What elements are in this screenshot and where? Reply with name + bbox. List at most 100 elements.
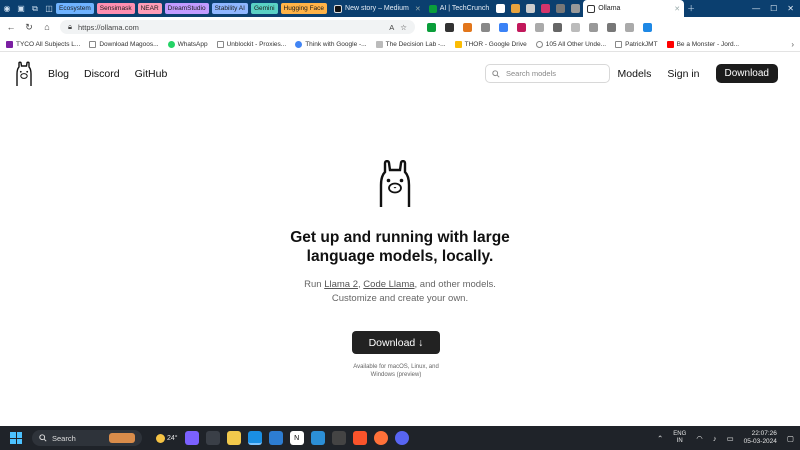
bookmark-tyco[interactable]: TYCO All Subjects L...	[6, 40, 80, 48]
header-download-button[interactable]: Download	[715, 64, 778, 83]
bookmark-thor-drive[interactable]: THOR - Google Drive	[454, 40, 527, 48]
bookmark-think-with-google[interactable]: Think with Google -...	[295, 40, 367, 48]
collections-icon[interactable]	[589, 22, 598, 32]
code-llama-link[interactable]: Code Llama	[363, 279, 414, 290]
tab-group-stability-ai[interactable]: Stability AI	[211, 3, 248, 14]
close-tab-icon[interactable]: ✕	[674, 5, 680, 13]
system-tray: ⌃ ENG IN ◠ ♪ ▭ 22:07:26 05-03-2024 ▢	[657, 430, 794, 446]
split-screen-icon[interactable]	[553, 22, 562, 32]
search-models-input[interactable]: Search models	[485, 64, 610, 83]
temperature-label: 24°	[167, 434, 178, 442]
profile-icon[interactable]: ◉	[0, 0, 14, 17]
ollama-logo-icon[interactable]	[14, 61, 34, 87]
clock[interactable]: 22:07:26 05-03-2024	[744, 430, 777, 446]
clock-date: 05-03-2024	[743, 438, 777, 445]
downloads-icon[interactable]	[607, 22, 616, 32]
tab-ollama[interactable]: Ollama ✕	[583, 0, 685, 17]
nav-blog-link[interactable]: Blog	[48, 68, 69, 80]
pinned-tab-icon[interactable]	[571, 4, 581, 13]
edge-icon[interactable]	[247, 431, 262, 445]
home-icon[interactable]: ⌂	[42, 22, 52, 32]
address-bar[interactable]: 🔒︎ https://ollama.com A ☆	[60, 20, 415, 34]
tab-group-sensimask[interactable]: Sensimask	[96, 3, 135, 14]
start-windows-icon[interactable]	[10, 432, 22, 444]
read-aloud-icon[interactable]: A	[389, 23, 394, 32]
workspaces-icon[interactable]: ▣	[14, 0, 28, 17]
maximize-icon[interactable]: ☐	[770, 4, 777, 13]
bookmark-unblockit[interactable]: Unblockit - Proxies...	[216, 40, 286, 48]
tab-group-gemini[interactable]: Gemini	[250, 3, 278, 14]
terminal-icon[interactable]	[331, 431, 346, 445]
nav-github-link[interactable]: GitHub	[135, 68, 168, 80]
brave-icon[interactable]	[352, 431, 367, 445]
tab-group-near[interactable]: NEAR	[137, 3, 162, 14]
tab-techcrunch[interactable]: AI | TechCrunch	[425, 0, 494, 17]
nav-discord-link[interactable]: Discord	[84, 68, 120, 80]
extension-icon[interactable]	[517, 22, 526, 32]
volume-icon[interactable]: ♪	[713, 434, 717, 443]
close-window-icon[interactable]: ✕	[787, 4, 794, 13]
metamask-icon[interactable]	[463, 22, 472, 32]
weather-widget[interactable]: 24°	[156, 433, 178, 443]
sign-in-link[interactable]: Sign in	[667, 68, 699, 80]
store-icon[interactable]	[268, 431, 283, 445]
pinned-tab-icon[interactable]	[511, 4, 521, 13]
bookmark-be-a-monster[interactable]: Be a Monster - Jord...	[666, 40, 739, 48]
new-tab-icon[interactable]: ＋	[684, 0, 698, 17]
show-hidden-icons-icon[interactable]: ⌃	[657, 434, 663, 443]
window-controls: — ☐ ✕	[752, 4, 800, 13]
taskbar-apps: 24° N	[156, 431, 409, 445]
discord-icon[interactable]	[394, 431, 409, 445]
extension-icon[interactable]	[445, 22, 454, 32]
youtube-icon	[666, 40, 674, 48]
tab-group-hugging-face[interactable]: Hugging Face	[280, 3, 328, 14]
hero-download-button[interactable]: Download ↓	[352, 331, 440, 354]
battery-icon[interactable]: ▭	[727, 434, 734, 443]
extension-icon[interactable]	[481, 22, 490, 32]
task-view-icon[interactable]	[205, 431, 220, 445]
tab-group-ecosystem[interactable]: Ecosystem	[56, 3, 94, 14]
language-indicator[interactable]: ENG IN	[673, 431, 686, 445]
teams-icon[interactable]	[184, 431, 199, 445]
tab-group-dreamstudio[interactable]: DreamStudio	[164, 3, 209, 14]
copilot-icon[interactable]	[643, 22, 652, 32]
hero-title-line: language models, locally.	[306, 248, 494, 265]
bookmark-magoosh[interactable]: Download Magoos...	[89, 40, 159, 48]
extension-icon[interactable]	[427, 22, 436, 32]
extension-icon[interactable]	[499, 22, 508, 32]
llama2-link[interactable]: Llama 2	[324, 279, 358, 290]
tab-medium[interactable]: New story – Medium ✕	[330, 0, 425, 17]
minimize-icon[interactable]: —	[752, 4, 760, 13]
refresh-icon[interactable]: ↻	[24, 22, 34, 33]
bookmarks-bar: TYCO All Subjects L... Download Magoos..…	[0, 37, 800, 52]
firefox-icon[interactable]	[373, 431, 388, 445]
notion-icon[interactable]: N	[289, 431, 304, 445]
pinned-tab-icon[interactable]	[556, 4, 566, 13]
nav-models-link[interactable]: Models	[618, 68, 652, 80]
hero-sub-text: , and other models.	[414, 279, 496, 290]
screen: ◉ ▣ ⧉ ◫ Ecosystem Sensimask NEAR DreamSt…	[0, 0, 800, 450]
vscode-icon[interactable]	[310, 431, 325, 445]
taskbar-search[interactable]: Search	[32, 430, 142, 446]
tab-actions-icon[interactable]: ⧉	[28, 0, 42, 17]
bookmark-whatsapp[interactable]: WhatsApp	[167, 40, 208, 48]
notifications-icon[interactable]: ▢	[787, 434, 794, 443]
pinned-tab-icon[interactable]	[526, 4, 536, 13]
pinned-tab-icon[interactable]: ◫	[42, 0, 56, 17]
more-bookmarks-icon[interactable]: ›	[791, 40, 794, 49]
bookmark-patrickjmt[interactable]: PatrickJMT	[615, 40, 658, 48]
favorite-star-icon[interactable]: ☆	[400, 23, 407, 32]
close-tab-icon[interactable]: ✕	[415, 5, 421, 13]
bookmark-105[interactable]: 105 All Other Unde...	[535, 40, 606, 48]
extensions-icon[interactable]	[535, 22, 544, 32]
taskbar-search-label: Search	[52, 433, 76, 443]
bookmark-decision-lab[interactable]: The Decision Lab -...	[375, 40, 446, 48]
search-highlight-icon	[109, 433, 135, 443]
file-explorer-icon[interactable]	[226, 431, 241, 445]
favorites-icon[interactable]	[571, 22, 580, 32]
pinned-tab-icon[interactable]	[496, 4, 506, 13]
wifi-icon[interactable]: ◠	[696, 434, 703, 443]
back-icon[interactable]: ←	[6, 22, 16, 32]
settings-more-icon[interactable]	[625, 22, 634, 32]
pinned-tab-icon[interactable]	[541, 4, 551, 13]
